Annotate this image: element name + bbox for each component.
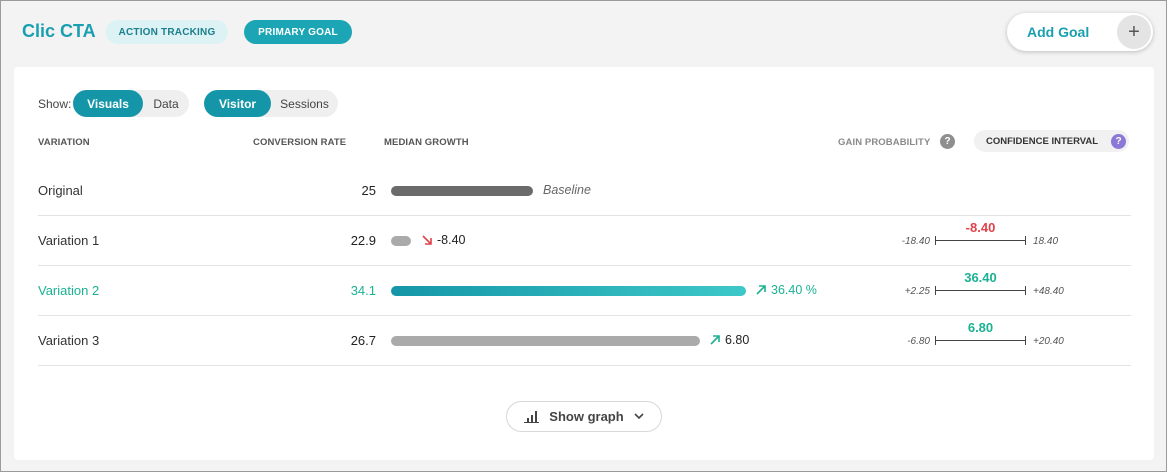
conversion-rate-value: 22.9 xyxy=(350,233,376,248)
baseline-text: Baseline xyxy=(543,183,591,197)
conversion-rate-value: 34.1 xyxy=(350,283,376,298)
growth-bar xyxy=(391,186,533,196)
growth-label: 36.40 % xyxy=(755,283,817,297)
chevron-down-icon xyxy=(634,413,644,420)
goal-title: Clic CTA xyxy=(22,21,96,41)
view-toggle: Visuals Data xyxy=(73,90,189,117)
action-tracking-chip[interactable]: ACTION TRACKING xyxy=(106,20,228,44)
growth-bar xyxy=(391,336,700,346)
column-header-median-growth: MEDIAN GROWTH xyxy=(384,137,469,148)
ci-upper-bound: +20.40 xyxy=(1033,336,1064,347)
add-goal-button[interactable]: Add Goal + xyxy=(1007,13,1153,51)
growth-value: 6.80 xyxy=(725,333,750,347)
ci-upper-bound: 18.40 xyxy=(1033,236,1059,247)
confidence-interval-header[interactable]: CONFIDENCE INTERVAL xyxy=(974,130,1129,152)
variation-name: Original xyxy=(38,183,83,198)
confidence-interval-label: CONFIDENCE INTERVAL xyxy=(986,135,1099,147)
plus-icon[interactable]: + xyxy=(1117,15,1151,49)
unit-option-sessions[interactable]: Sessions xyxy=(271,90,338,117)
arrow-up-right-icon xyxy=(756,285,766,295)
ci-median: 36.40 xyxy=(964,270,997,285)
table-row: Variation 1 22.9 -8.40 -18.40 -8.40 18.4… xyxy=(38,216,1131,266)
variation-name: Variation 3 xyxy=(38,333,100,348)
view-option-data[interactable]: Data xyxy=(143,90,189,117)
bar-chart-icon xyxy=(524,411,540,423)
table-row: Original 25 Baseline xyxy=(38,166,1131,216)
column-header-gain-probability: GAIN PROBABILITY xyxy=(838,137,931,148)
table-row: Variation 3 26.7 6.80 -6.80 6.80 +20.40 xyxy=(38,316,1131,366)
show-label: Show: xyxy=(38,97,72,111)
ci-median: 6.80 xyxy=(967,320,994,335)
view-option-visuals[interactable]: Visuals xyxy=(73,90,143,117)
growth-label: Baseline xyxy=(543,183,591,197)
variation-name: Variation 1 xyxy=(38,233,100,248)
ci-range-line xyxy=(935,286,1026,295)
arrow-down-right-icon xyxy=(422,235,432,245)
ci-range-line xyxy=(935,236,1026,245)
primary-goal-chip[interactable]: PRIMARY GOAL xyxy=(244,20,352,44)
growth-value: -8.40 xyxy=(437,233,466,247)
column-header-conversion-rate: CONVERSION RATE xyxy=(253,137,347,148)
ci-upper-bound: +48.40 xyxy=(1033,286,1064,297)
ci-range-line xyxy=(935,336,1026,345)
growth-label: -8.40 xyxy=(421,233,466,247)
variation-name: Variation 2 xyxy=(38,283,100,298)
ci-lower-bound: -18.40 xyxy=(901,236,930,247)
app-frame: Clic CTA ACTION TRACKING PRIMARY GOAL Ad… xyxy=(0,0,1167,472)
conversion-rate-value: 25 xyxy=(361,183,376,198)
gain-probability-help-icon[interactable]: ? xyxy=(940,134,955,149)
confidence-interval-help-icon[interactable]: ? xyxy=(1111,134,1126,149)
ci-lower-bound: -6.80 xyxy=(907,336,930,347)
unit-option-visitor[interactable]: Visitor xyxy=(204,90,271,117)
growth-value: 36.40 % xyxy=(771,283,817,297)
results-card: Show: Visuals Data Visitor Sessions VARI… xyxy=(14,67,1154,460)
unit-toggle: Visitor Sessions xyxy=(204,90,338,117)
arrow-up-right-icon xyxy=(710,335,720,345)
growth-label: 6.80 xyxy=(709,333,749,347)
growth-bar xyxy=(391,286,746,296)
ci-lower-bound: +2.25 xyxy=(904,286,930,297)
show-graph-button[interactable]: Show graph xyxy=(506,401,662,432)
table-row: Variation 2 34.1 36.40 % +2.25 36.40 +48… xyxy=(38,266,1131,316)
add-goal-label: Add Goal xyxy=(1027,24,1090,40)
show-graph-label: Show graph xyxy=(549,409,624,424)
column-header-variation: VARIATION xyxy=(38,137,90,148)
growth-bar xyxy=(391,236,411,246)
ci-median: -8.40 xyxy=(965,220,996,235)
conversion-rate-value: 26.7 xyxy=(350,333,376,348)
